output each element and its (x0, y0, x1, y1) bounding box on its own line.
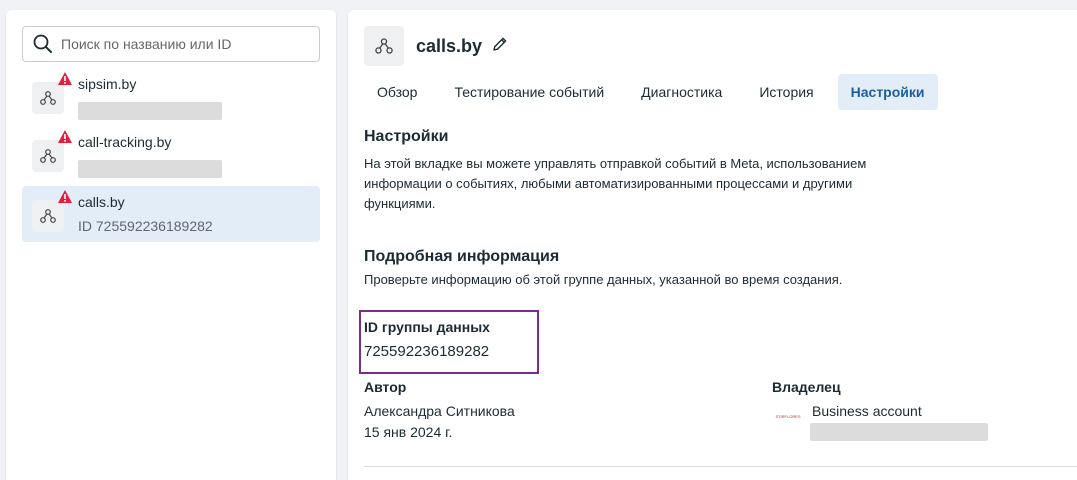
list-item-name: call-tracking.by (78, 134, 172, 150)
settings-description-line: На этой вкладке вы можете управлять отпр… (364, 156, 867, 171)
search-icon (33, 34, 52, 53)
settings-description-line: функциями. (364, 196, 436, 211)
search-input[interactable] (61, 29, 319, 59)
tab-diagnostics[interactable]: Диагностика (628, 74, 735, 110)
dataset-list-panel: sipsim.by call-tracking.by calls.by ID 7… (6, 10, 336, 480)
list-item-name: calls.by (78, 194, 125, 210)
author-label: Автор (364, 379, 407, 395)
tab-settings[interactable]: Настройки (837, 74, 938, 110)
owner-logo: STIRFLORES (775, 414, 801, 419)
tab-overview[interactable]: Обзор (364, 74, 430, 110)
page-title: calls.by (416, 36, 483, 56)
settings-heading: Настройки (364, 128, 449, 145)
author-date: 15 янв 2024 г. (364, 424, 453, 440)
tab-test-events[interactable]: Тестирование событий (441, 74, 617, 110)
redacted-id (78, 102, 222, 120)
dataset-id-value: 725592236189282 (364, 343, 490, 360)
settings-description: На этой вкладке вы можете управлять отпр… (364, 154, 866, 214)
details-description: Проверьте информацию об этой группе данн… (364, 272, 843, 287)
dataset-icon (364, 26, 404, 66)
search-box[interactable] (22, 26, 320, 62)
details-heading: Подробная информация (364, 248, 560, 265)
list-item-call-tracking[interactable]: call-tracking.by (22, 126, 320, 182)
redacted-owner-id (810, 423, 988, 441)
dataset-id-label: ID группы данных (364, 319, 490, 335)
list-item-sipsim[interactable]: sipsim.by (22, 68, 320, 124)
list-item-name: sipsim.by (78, 76, 137, 92)
pencil-icon[interactable] (491, 35, 509, 53)
warning-icon (58, 130, 72, 143)
owner-label: Владелец (772, 379, 841, 395)
list-item-calls[interactable]: calls.by ID 725592236189282 (22, 186, 320, 242)
dataset-icon (32, 200, 64, 232)
dataset-detail-panel: calls.by Обзор Тестирование событий Диаг… (348, 10, 1077, 480)
owner-name: Business account (812, 403, 922, 419)
warning-icon (58, 72, 72, 85)
tab-history[interactable]: История (746, 74, 826, 110)
redacted-id (78, 160, 222, 178)
list-item-id: ID 725592236189282 (78, 218, 213, 234)
dataset-icon (32, 82, 64, 114)
author-name: Александра Ситникова (364, 403, 515, 419)
dataset-icon (32, 140, 64, 172)
settings-description-line: информации о событиях, любыми автоматизи… (364, 176, 853, 191)
warning-icon (58, 190, 72, 203)
tab-bar: Обзор Тестирование событий Диагностика И… (364, 74, 949, 110)
divider (364, 466, 1077, 467)
